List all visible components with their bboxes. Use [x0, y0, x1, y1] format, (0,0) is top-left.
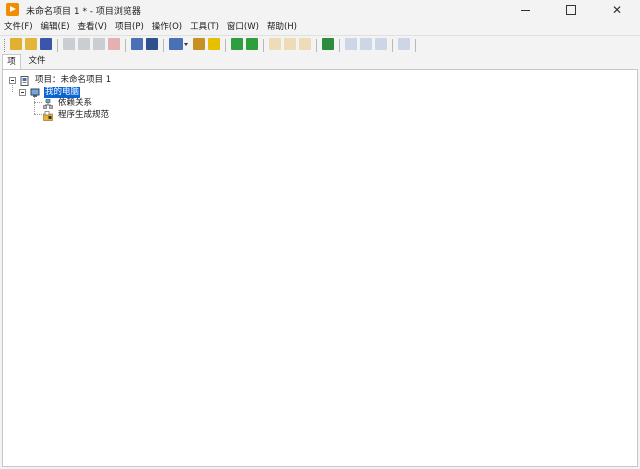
toolbar-separator: [57, 39, 58, 52]
toolbar-separator: [125, 39, 126, 52]
menu-operate[interactable]: 操作(O): [148, 20, 186, 34]
collapse-toggle-icon[interactable]: [9, 77, 16, 84]
tree-node-label: 程序生成规范: [58, 110, 110, 120]
delete-icon[interactable]: [108, 38, 120, 50]
menu-edit[interactable]: 编辑(E): [37, 20, 74, 34]
tab-files[interactable]: 文件: [24, 54, 50, 68]
menu-bar: 文件(F) 编辑(E) 查看(V) 项目(P) 操作(O) 工具(T) 窗口(W…: [0, 20, 640, 34]
title-bar[interactable]: 未命名项目 1 * - 项目浏览器 ✕: [0, 0, 640, 20]
computer-icon: [30, 88, 40, 98]
cut-icon[interactable]: [63, 38, 75, 50]
project-tree[interactable]: 项目：未命名项目 1 我的电脑 依赖关系 程序生成规范: [2, 69, 638, 467]
tree-node-label: 依赖关系: [58, 98, 93, 108]
deploy-icon[interactable]: [146, 38, 158, 50]
toolbar: [0, 35, 640, 54]
resolve-conflicts-icon[interactable]: [193, 38, 205, 50]
tree-node-project[interactable]: 项目：未命名项目 1: [9, 75, 112, 86]
copy-icon[interactable]: [78, 38, 90, 50]
close-icon: ✕: [611, 3, 623, 17]
minimize-icon: [520, 9, 530, 11]
tree-node-label-selected: 我的电脑: [44, 87, 81, 98]
dependencies-icon: [43, 98, 53, 109]
toolbar-separator: [163, 39, 164, 52]
menu-help[interactable]: 帮助(H): [263, 20, 301, 34]
labview-app-icon: [6, 3, 19, 16]
tree-node-my-computer[interactable]: 我的电脑: [19, 87, 81, 98]
tab-items[interactable]: 项: [2, 54, 21, 69]
save-all-icon[interactable]: [40, 38, 52, 50]
tree-connector: [34, 114, 42, 115]
build-icon[interactable]: [131, 38, 143, 50]
edit-icon[interactable]: [299, 38, 311, 50]
chevron-down-icon[interactable]: [184, 43, 188, 46]
menu-tools[interactable]: 工具(T): [186, 20, 223, 34]
maximize-button[interactable]: [548, 0, 594, 20]
expand-icon[interactable]: [375, 38, 387, 50]
toolbar-separator: [339, 39, 340, 52]
refresh-icon[interactable]: [360, 38, 372, 50]
labview-icon[interactable]: [322, 38, 334, 50]
view-icon[interactable]: [169, 38, 183, 50]
toolbar-grip[interactable]: [4, 39, 7, 52]
tree-node-build-specifications[interactable]: 程序生成规范: [43, 110, 110, 121]
paste-icon[interactable]: [93, 38, 105, 50]
toolbar-separator: [392, 39, 393, 52]
maximize-icon: [566, 5, 576, 15]
add-icon[interactable]: [231, 38, 243, 50]
menu-project[interactable]: 项目(P): [111, 20, 148, 34]
collapse-icon[interactable]: [345, 38, 357, 50]
warning-icon[interactable]: [208, 38, 220, 50]
tree-node-dependencies[interactable]: 依赖关系: [43, 98, 93, 109]
minimize-button[interactable]: [502, 0, 548, 20]
new-icon[interactable]: [10, 38, 22, 50]
toolbar-separator: [316, 39, 317, 52]
project-icon: [20, 75, 30, 86]
toolbar-separator: [263, 39, 264, 52]
window-title: 未命名项目 1 * - 项目浏览器: [26, 7, 141, 17]
collapse-toggle-icon[interactable]: [19, 89, 26, 96]
close-button[interactable]: ✕: [594, 0, 640, 20]
tree-node-label: 项目：未命名项目 1: [35, 75, 112, 85]
project-explorer-window: 未命名项目 1 * - 项目浏览器 ✕ 文件(F) 编辑(E) 查看(V) 项目…: [0, 0, 640, 469]
add-folder-icon[interactable]: [246, 38, 258, 50]
find-icon[interactable]: [398, 38, 410, 50]
open-folder-icon[interactable]: [25, 38, 37, 50]
toolbar-separator: [225, 39, 226, 52]
menu-window[interactable]: 窗口(W): [223, 20, 263, 34]
auto-populate-icon[interactable]: [284, 38, 296, 50]
tab-strip: 项 文件: [0, 54, 640, 69]
toolbar-end: [415, 39, 416, 52]
build-specifications-icon: [43, 110, 53, 121]
sort-icon[interactable]: [269, 38, 281, 50]
menu-view[interactable]: 查看(V): [74, 20, 111, 34]
menu-file[interactable]: 文件(F): [0, 20, 37, 34]
tree-connector: [34, 102, 42, 103]
